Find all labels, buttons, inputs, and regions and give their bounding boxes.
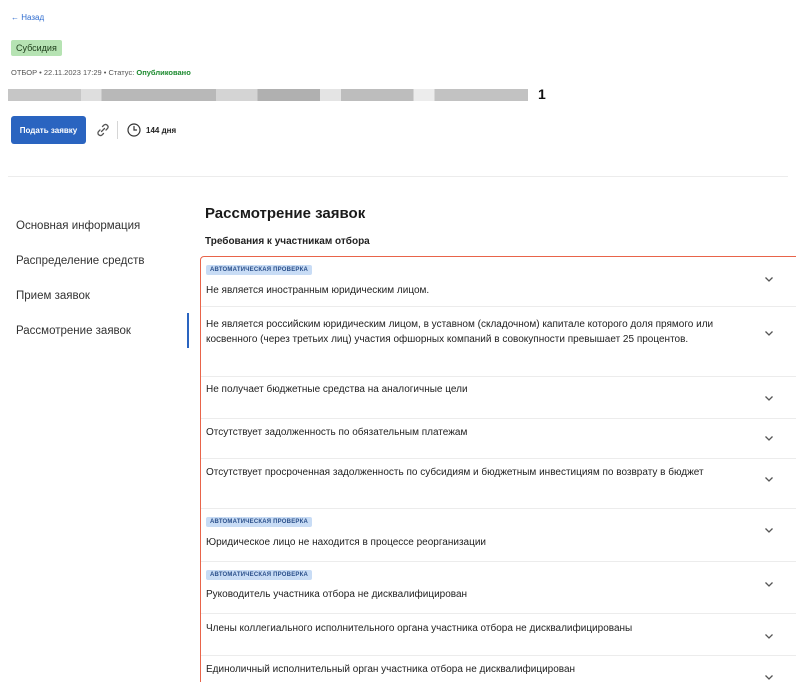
requirement-text: Отсутствует задолженность по обязательны…: [206, 427, 468, 438]
requirements-title: Требования к участникам отбора: [205, 236, 370, 247]
chevron-down-icon: [765, 528, 773, 533]
selection-meta: ОТБОР • 22.11.2023 17:29 • Статус: Опубл…: [11, 68, 191, 77]
requirement-item[interactable]: Отсутствует просроченная задолженность п…: [201, 459, 796, 509]
requirement-text: Не является российским юридическим лицом…: [206, 319, 714, 345]
chevron-down-icon: [765, 277, 773, 282]
header-divider: [8, 176, 788, 177]
page: ← Назад Субсидия ОТБОР • 22.11.2023 17:2…: [0, 0, 796, 682]
chevron-down-icon: [765, 396, 773, 401]
requirement-text: Единоличный исполнительный орган участни…: [206, 664, 576, 675]
requirement-text: Юридическое лицо не находится в процессе…: [206, 537, 486, 548]
requirement-item[interactable]: Единоличный исполнительный орган участни…: [201, 656, 796, 682]
back-link[interactable]: ← Назад: [11, 13, 44, 22]
sidebar-item-applications-review[interactable]: Рассмотрение заявок: [11, 313, 189, 348]
days-remaining: 144 дня: [146, 126, 177, 135]
apply-button[interactable]: Подать заявку: [11, 116, 86, 144]
chevron-down-icon: [765, 634, 773, 639]
sidebar-item-funds-distribution[interactable]: Распределение средств: [11, 243, 189, 278]
requirements-list: АВТОМАТИЧЕСКАЯ ПРОВЕРКА Не является инос…: [200, 256, 796, 682]
auto-check-tag: АВТОМАТИЧЕСКАЯ ПРОВЕРКА: [206, 570, 312, 580]
requirement-item[interactable]: Не получает бюджетные средства на аналог…: [201, 377, 796, 419]
auto-check-tag: АВТОМАТИЧЕСКАЯ ПРОВЕРКА: [206, 265, 312, 275]
clock-icon: [127, 123, 141, 137]
sidebar-nav: Основная информация Распределение средст…: [11, 208, 189, 348]
link-icon[interactable]: [95, 122, 111, 138]
chevron-down-icon: [765, 477, 773, 482]
status-value: Опубликовано: [136, 68, 191, 77]
requirement-text: Не получает бюджетные средства на аналог…: [206, 384, 468, 395]
requirement-item[interactable]: АВТОМАТИЧЕСКАЯ ПРОВЕРКА Не является инос…: [201, 257, 796, 307]
chevron-down-icon: [765, 331, 773, 336]
redacted-title: [8, 89, 528, 101]
chevron-down-icon: [765, 436, 773, 441]
requirement-text: Руководитель участника отбора не дисквал…: [206, 589, 468, 600]
page-title: 1: [8, 86, 548, 106]
requirement-text: Не является иностранным юридическим лицо…: [206, 285, 430, 296]
requirement-item[interactable]: Отсутствует задолженность по обязательны…: [201, 419, 796, 459]
requirement-item[interactable]: АВТОМАТИЧЕСКАЯ ПРОВЕРКА Юридическое лицо…: [201, 509, 796, 562]
requirement-item[interactable]: Не является российским юридическим лицом…: [201, 307, 796, 377]
requirement-item[interactable]: Члены коллегиального исполнительного орг…: [201, 614, 796, 656]
requirement-text: Отсутствует просроченная задолженность п…: [206, 467, 704, 478]
meta-text: ОТБОР • 22.11.2023 17:29 • Статус:: [11, 68, 137, 77]
section-title: Рассмотрение заявок: [205, 205, 366, 222]
chevron-down-icon: [765, 675, 773, 680]
chevron-down-icon: [765, 582, 773, 587]
title-suffix: 1: [538, 86, 546, 102]
requirement-text: Члены коллегиального исполнительного орг…: [206, 623, 633, 634]
auto-check-tag: АВТОМАТИЧЕСКАЯ ПРОВЕРКА: [206, 517, 312, 527]
type-badge: Субсидия: [11, 40, 62, 56]
sidebar-item-applications-intake[interactable]: Прием заявок: [11, 278, 189, 313]
toolbar-divider: [117, 121, 118, 139]
requirement-item[interactable]: АВТОМАТИЧЕСКАЯ ПРОВЕРКА Руководитель уча…: [201, 562, 796, 614]
sidebar-item-main-info[interactable]: Основная информация: [11, 208, 189, 243]
